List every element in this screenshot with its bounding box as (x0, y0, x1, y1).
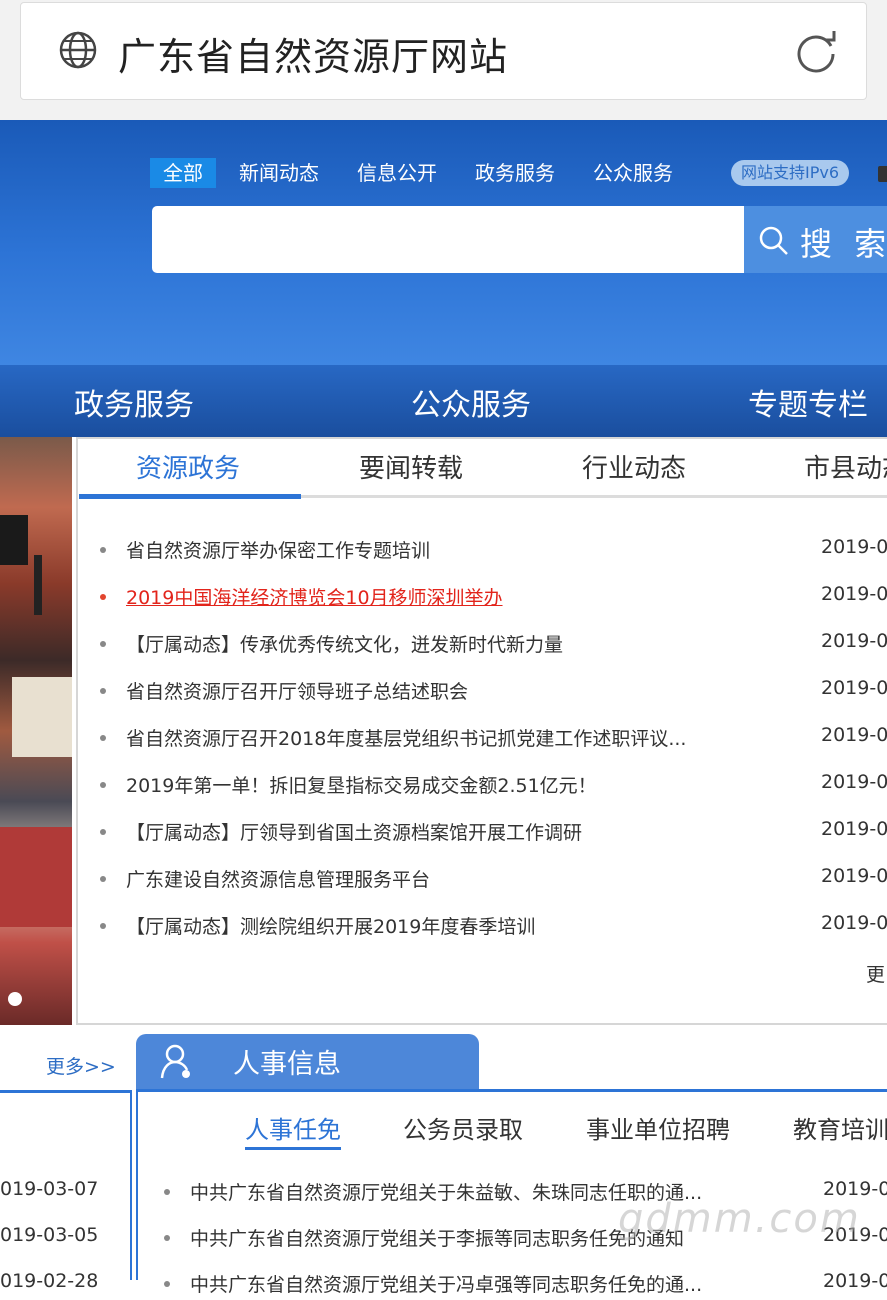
tab-education-training[interactable]: 教育培训 (793, 1110, 887, 1145)
bullet-icon (164, 1281, 170, 1287)
personnel-border (136, 1089, 138, 1280)
news-title[interactable]: 【厅属动态】厅领导到省国土资源档案馆开展工作调研 (126, 818, 582, 845)
left-border (130, 1090, 132, 1280)
bullet-icon (100, 641, 106, 647)
news-title[interactable]: 省自然资源厅召开厅领导班子总结述职会 (126, 677, 468, 704)
search-button-label: 搜 索 (800, 225, 887, 263)
tab-institution-recruitment[interactable]: 事业单位招聘 (586, 1110, 730, 1145)
news-date: 2019-02 (821, 912, 887, 934)
news-tab-city-county[interactable]: 市县动态 (804, 448, 887, 485)
personnel-item[interactable]: 中共广东省自然资源厅党组关于冯卓强等同志职务任免的通... 2019-0 (164, 1270, 887, 1300)
bullet-icon (164, 1235, 170, 1241)
news-item[interactable]: 省自然资源厅举办保密工作专题培训 2019-03 (100, 536, 887, 566)
news-date: 2019-03 (821, 583, 887, 605)
news-item[interactable]: 广东建设自然资源信息管理服务平台 2019-02 (100, 865, 887, 895)
personnel-item-title[interactable]: 中共广东省自然资源厅党组关于冯卓强等同志职务任免的通... (190, 1270, 702, 1297)
bullet-icon (164, 1189, 170, 1195)
globe-icon (59, 31, 97, 69)
photo-carousel[interactable] (0, 437, 72, 1025)
watermark: gdmm.com (618, 1196, 861, 1242)
news-item[interactable]: 2019年第一单！拆旧复垦指标交易成交金额2.51亿元！ 2019-02 (100, 771, 887, 801)
bullet-icon (100, 876, 106, 882)
news-title[interactable]: 【厅属动态】测绘院组织开展2019年度春季培训 (126, 912, 535, 939)
photo-detail (12, 677, 72, 757)
news-more-link[interactable]: 更 (866, 960, 885, 987)
scope-tab-news[interactable]: 新闻动态 (239, 158, 319, 188)
news-title[interactable]: 广东建设自然资源信息管理服务平台 (126, 865, 430, 892)
left-divider (0, 1090, 132, 1093)
bullet-icon (100, 782, 106, 788)
news-title[interactable]: 省自然资源厅举办保密工作专题培训 (126, 536, 430, 563)
bullet-icon (100, 547, 106, 553)
news-tab-headlines[interactable]: 要闻转载 (359, 448, 463, 485)
news-item[interactable]: 2019中国海洋经济博览会10月移师深圳举办 2019-03 (100, 583, 887, 613)
left-date: 019-03-07 (0, 1178, 99, 1200)
search-input[interactable] (152, 206, 746, 273)
news-title[interactable]: 2019年第一单！拆旧复垦指标交易成交金额2.51亿元！ (126, 771, 597, 798)
news-date: 2019-02 (821, 677, 887, 699)
personnel-divider (136, 1089, 887, 1092)
news-item[interactable]: 【厅属动态】厅领导到省国土资源档案馆开展工作调研 2019-02 (100, 818, 887, 848)
nav-special-topics[interactable]: 专题专栏 (748, 380, 868, 424)
bullet-icon (100, 594, 106, 600)
personnel-item-date: 2019-0 (823, 1270, 887, 1292)
news-item[interactable]: 省自然资源厅召开厅领导班子总结述职会 2019-02 (100, 677, 887, 707)
reload-icon[interactable] (792, 28, 840, 76)
bullet-icon (100, 735, 106, 741)
news-date: 2019-03 (821, 536, 887, 558)
page-title: 广东省自然资源厅网站 (118, 35, 509, 79)
left-date: 019-03-05 (0, 1224, 99, 1246)
carousel-dot[interactable] (8, 992, 22, 1006)
personnel-item-title[interactable]: 中共广东省自然资源厅党组关于李振等同志职务任免的通知 (190, 1224, 684, 1251)
news-item[interactable]: 省自然资源厅召开2018年度基层党组织书记抓党建工作述职评议... 2019-0… (100, 724, 887, 754)
bullet-icon (100, 829, 106, 835)
bullet-icon (100, 923, 106, 929)
photo-detail (34, 555, 42, 615)
personnel-title: 人事信息 (233, 1049, 341, 1080)
nav-public-services[interactable]: 公众服务 (411, 380, 531, 424)
news-title[interactable]: 省自然资源厅召开2018年度基层党组织书记抓党建工作述职评议... (126, 724, 686, 751)
scope-tab-all[interactable]: 全部 (150, 158, 216, 188)
photo-detail (0, 827, 72, 927)
news-tab-industry[interactable]: 行业动态 (582, 448, 686, 485)
news-tab-resource-affairs[interactable]: 资源政务 (136, 448, 240, 485)
news-date: 2019-02 (821, 818, 887, 840)
left-more-link[interactable]: 更多>> (46, 1052, 116, 1079)
news-title[interactable]: 【厅属动态】传承优秀传统文化，迸发新时代新力量 (126, 630, 563, 657)
news-date: 2019-02 (821, 771, 887, 793)
news-date: 2019-02 (821, 865, 887, 887)
news-item[interactable]: 【厅属动态】测绘院组织开展2019年度春季培训 2019-02 (100, 912, 887, 942)
scope-tab-public[interactable]: 公众服务 (593, 158, 673, 188)
news-date: 2019-03 (821, 630, 887, 652)
scope-tab-government[interactable]: 政务服务 (475, 158, 555, 188)
news-date: 2019-02 (821, 724, 887, 746)
tab-civil-servant-admission[interactable]: 公务员录取 (403, 1110, 523, 1145)
scope-tab-info[interactable]: 信息公开 (357, 158, 437, 188)
search-icon (759, 226, 788, 255)
left-date: 019-02-28 (0, 1270, 99, 1292)
cut-off-icon (878, 166, 887, 182)
person-icon (160, 1044, 190, 1079)
search-button[interactable]: 搜 索 (744, 206, 887, 273)
bullet-icon (100, 688, 106, 694)
tab-appointments[interactable]: 人事任免 (245, 1110, 341, 1150)
ipv6-badge: 网站支持IPv6 (731, 160, 850, 186)
news-title[interactable]: 2019中国海洋经济博览会10月移师深圳举办 (126, 583, 503, 610)
news-tab-indicator (79, 494, 301, 499)
nav-government-services[interactable]: 政务服务 (74, 380, 194, 424)
photo-detail (0, 515, 28, 565)
news-item[interactable]: 【厅属动态】传承优秀传统文化，迸发新时代新力量 2019-03 (100, 630, 887, 660)
